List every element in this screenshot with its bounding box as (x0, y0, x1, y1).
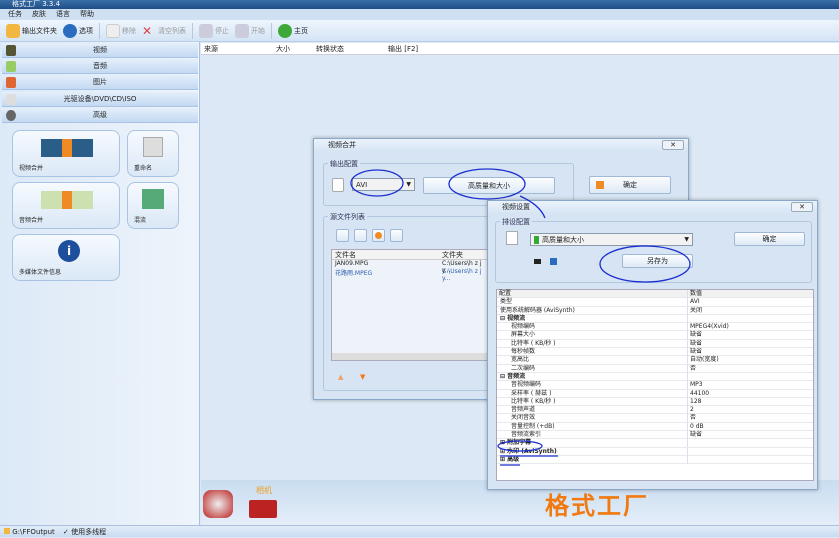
annotation-circle (497, 440, 543, 452)
annotation-circle (350, 169, 404, 197)
annotation-circle (448, 168, 526, 200)
annotation-underline (500, 455, 558, 466)
annotation-overlay (350, 168, 691, 466)
annotation-arrow (519, 195, 546, 219)
annotation-circle (599, 245, 691, 283)
